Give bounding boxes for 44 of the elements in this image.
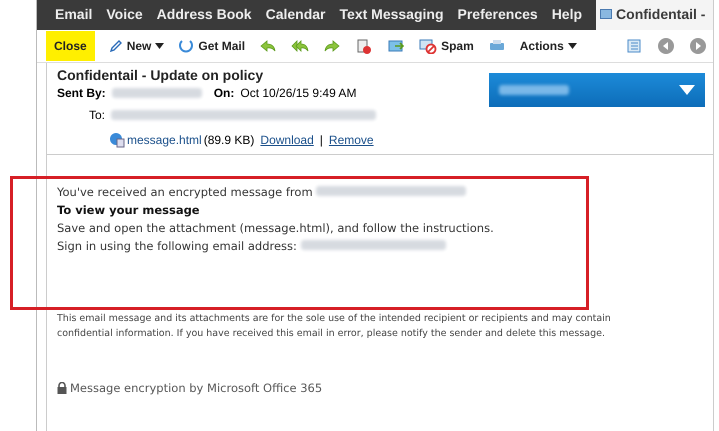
on-label: On: xyxy=(214,86,234,100)
instruction-text: Save and open the attachment (message.html), and follow the instructions. xyxy=(57,220,495,237)
pencil-icon xyxy=(108,39,123,53)
link-separator: | xyxy=(320,133,323,147)
encrypted-notice: You've received an encrypted message from xyxy=(57,183,713,201)
sign-in-text: Sign in using the following email address: xyxy=(57,237,713,255)
envelope-icon xyxy=(600,9,612,19)
view-heading: To view your message xyxy=(57,202,201,219)
sent-by-label: Sent By: xyxy=(57,86,106,100)
lock-icon xyxy=(57,382,67,394)
to-label: To: xyxy=(89,108,106,122)
close-button[interactable]: Close xyxy=(46,31,95,61)
encryption-footer: Message encryption by Microsoft Office 365 xyxy=(70,381,322,395)
nav-tab[interactable]: Address Book xyxy=(156,0,252,28)
download-link[interactable]: Download xyxy=(260,133,314,147)
nav-tab[interactable]: Confidentail - xyxy=(596,0,714,30)
nav-tab[interactable]: Voice xyxy=(106,0,143,28)
attachment-size: (89.9 KB) xyxy=(204,133,254,147)
previous-icon[interactable] xyxy=(657,37,675,55)
caret-icon xyxy=(155,43,164,49)
next-icon[interactable] xyxy=(689,37,707,55)
caret-icon xyxy=(679,85,695,95)
nav-tab[interactable]: Preferences xyxy=(458,0,538,28)
new-button[interactable]: New xyxy=(108,39,164,53)
caret-icon xyxy=(568,43,577,49)
delete-icon[interactable] xyxy=(355,37,374,55)
message-subject: Confidentail - Update on policy xyxy=(57,67,264,83)
get-mail-button[interactable]: Get Mail xyxy=(178,38,246,54)
sent-date: Oct 10/26/15 9:49 AM xyxy=(240,86,356,100)
nav-tab[interactable]: Text Messaging xyxy=(340,0,444,28)
attachment-icon xyxy=(109,132,125,148)
disclaimer-text: This email message and its attachments are for the sole use of the intended recipient or recipients and may contain confidential information. If you have received this email in error, please notify the sender and delete this message. xyxy=(57,312,612,341)
attachment-link[interactable]: message.html xyxy=(127,133,202,147)
actions-button[interactable]: Actions xyxy=(520,39,577,53)
nav-tab[interactable]: Email xyxy=(55,0,92,28)
nav-tab[interactable]: Calendar xyxy=(266,0,326,28)
remove-link[interactable]: Remove xyxy=(328,133,374,147)
nav-tab[interactable]: Help xyxy=(552,0,582,28)
sender-dropdown[interactable] xyxy=(489,73,705,107)
refresh-icon xyxy=(178,38,194,54)
reply-all-icon[interactable] xyxy=(291,37,310,55)
spam-button[interactable]: Spam xyxy=(419,38,474,54)
no-sign-icon xyxy=(419,38,438,54)
layout-icon[interactable] xyxy=(625,37,643,55)
